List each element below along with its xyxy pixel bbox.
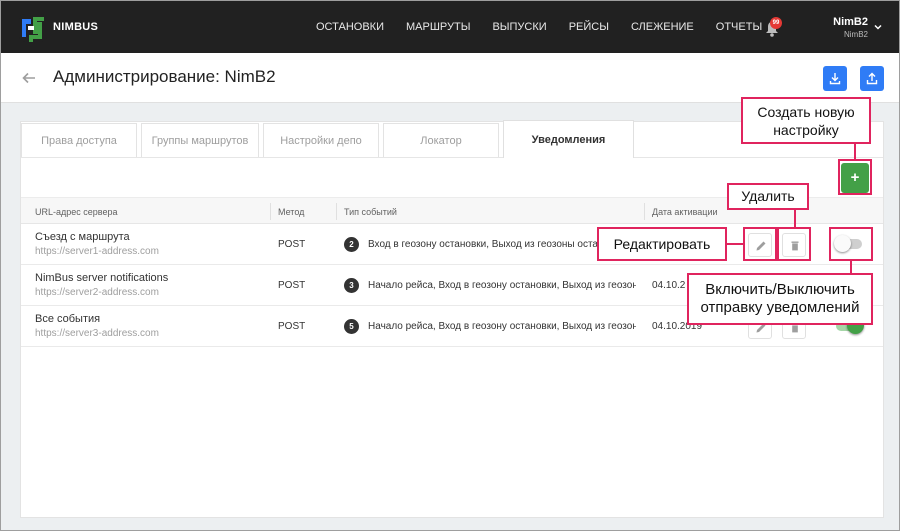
tab-route-groups[interactable]: Группы маршрутов [141,123,259,157]
user-org: NimB2 [843,30,868,39]
download-icon [829,73,841,85]
user-menu[interactable]: NimB2 NimB2 [833,16,868,39]
tab-depot-settings[interactable]: Настройки депо [263,123,379,157]
nav-stops[interactable]: ОСТАНОВКИ [305,1,395,53]
callout-leader [794,210,796,227]
column-divider [644,203,645,220]
callout-leader [854,144,856,159]
column-divider [270,203,271,220]
download-button[interactable] [823,66,847,91]
nav-releases[interactable]: ВЫПУСКИ [481,1,557,53]
header-method: Метод [278,207,305,217]
callout-leader [727,243,743,245]
nav-routes[interactable]: МАРШРУТЫ [395,1,481,53]
chevron-down-icon[interactable] [873,22,883,32]
page-title: Администрирование: NimB2 [53,67,276,86]
highlight-delete-button [777,227,811,261]
callout-create: Создать новую настройку [741,97,871,144]
nav-trips[interactable]: РЕЙСЫ [558,1,620,53]
callout-toggle: Включить/Выключить отправку уведомлений [687,273,873,325]
highlight-toggle [829,227,873,261]
main-nav: ОСТАНОВКИ МАРШРУТЫ ВЫПУСКИ РЕЙСЫ СЛЕЖЕНИ… [305,1,773,53]
nav-reports[interactable]: ОТЧЕТЫ [705,1,773,53]
nav-tracking[interactable]: СЛЕЖЕНИЕ [620,1,705,53]
column-divider [336,203,337,220]
user-name: NimB2 [833,16,868,28]
row-name: NimBus server notifications [35,272,169,284]
callout-delete: Удалить [727,183,809,210]
row-method: POST [278,321,306,332]
page-header: Администрирование: NimB2 [1,53,899,103]
callout-leader [850,261,852,273]
row-events: Вход в геозону остановки, Выход из геозо… [368,239,625,250]
row-url: https://server3-address.com [35,328,159,339]
row-name: Съезд с маршрута [35,231,130,243]
upload-icon [866,72,878,85]
logo-icon[interactable] [19,14,47,42]
row-method: POST [278,239,306,250]
upload-button[interactable] [860,66,884,91]
header-date: Дата активации [652,207,718,217]
header-url: URL-адрес сервера [35,207,118,217]
row-url: https://server1-address.com [35,246,159,257]
row-date: 04.10.2 [652,280,686,291]
tab-access-rights[interactable]: Права доступа [21,123,137,157]
highlight-edit-button [743,227,777,261]
event-count-badge: 3 [344,278,359,293]
row-url: https://server2-address.com [35,287,159,298]
tab-locator[interactable]: Локатор [383,123,499,157]
brand-name: NIMBUS [53,21,99,33]
highlight-add-button [838,159,872,195]
back-arrow-icon[interactable] [21,70,37,86]
event-count-badge: 2 [344,237,359,252]
row-events: Начало рейса, Вход в геозону остановки, … [368,280,636,291]
row-name: Все события [35,313,101,325]
row-method: POST [278,280,306,291]
top-navbar: NIMBUS ОСТАНОВКИ МАРШРУТЫ ВЫПУСКИ РЕЙСЫ … [1,1,899,53]
row-events: Начало рейса, Вход в геозону остановки, … [368,321,636,332]
event-count-badge: 5 [344,319,359,334]
callout-edit: Редактировать [597,227,727,261]
tab-notifications[interactable]: Уведомления [503,120,634,158]
header-events: Тип событий [344,207,397,217]
tab-divider [21,157,883,158]
notification-badge: 99 [770,17,782,29]
